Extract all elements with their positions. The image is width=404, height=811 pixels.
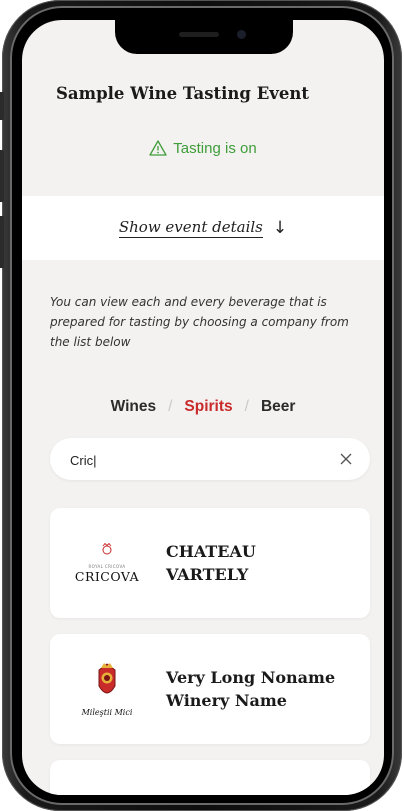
company-name: CHATEAU VARTELY bbox=[166, 508, 356, 618]
tab-separator: / bbox=[244, 398, 249, 415]
mileshti-logo: Mileştii Mici bbox=[64, 634, 150, 744]
company-name-line1: Very Long Noname bbox=[166, 668, 336, 687]
event-title: Sample Wine Tasting Event bbox=[56, 84, 309, 103]
cricova-logo: ROYAL CRICOVA CRICOVA bbox=[64, 508, 150, 618]
close-icon[interactable] bbox=[338, 451, 354, 467]
tasting-status-text: Tasting is on bbox=[173, 140, 257, 157]
search-box bbox=[50, 438, 370, 482]
phone-frame: Sample Wine Tasting Event Tasting is on … bbox=[0, 0, 402, 811]
beverage-tabs: Wines / Spirits / Beer bbox=[22, 398, 384, 416]
arrow-down-icon[interactable]: ↓ bbox=[273, 218, 287, 238]
show-event-details-link[interactable]: Show event details bbox=[118, 218, 263, 238]
tab-separator: / bbox=[168, 398, 173, 415]
company-name: Very Long Noname Winery Name bbox=[166, 634, 356, 744]
info-text: You can view each and every beverage tha… bbox=[50, 295, 349, 349]
logo-text: Mileştii Mici bbox=[81, 707, 133, 717]
company-card[interactable] bbox=[50, 760, 370, 795]
company-card[interactable]: ROYAL CRICOVA CRICOVA CHATEAU VARTELY bbox=[50, 508, 370, 618]
silent-switch bbox=[0, 92, 4, 120]
app-screen: Sample Wine Tasting Event Tasting is on … bbox=[22, 20, 384, 795]
logo-text: CRICOVA bbox=[74, 568, 140, 584]
crest-icon bbox=[102, 542, 112, 554]
tab-spirits[interactable]: Spirits bbox=[184, 398, 232, 415]
speaker-grille bbox=[179, 32, 219, 37]
crest-icon bbox=[98, 662, 116, 693]
front-camera bbox=[237, 30, 246, 39]
company-name-line1: CHATEAU bbox=[166, 542, 256, 561]
search-input[interactable] bbox=[68, 438, 322, 482]
volume-up-button bbox=[0, 150, 4, 202]
phone-notch bbox=[115, 20, 293, 54]
tab-wines[interactable]: Wines bbox=[111, 398, 157, 415]
volume-down-button bbox=[0, 216, 4, 268]
tab-beer[interactable]: Beer bbox=[261, 398, 295, 415]
company-name-line2: Winery Name bbox=[166, 691, 287, 710]
tasting-status: Tasting is on bbox=[22, 140, 384, 157]
company-name-line2: VARTELY bbox=[166, 565, 249, 584]
company-card[interactable]: Mileştii Mici Very Long Noname Winery Nam… bbox=[50, 634, 370, 744]
event-details-bar[interactable]: Show event details ↓ bbox=[22, 196, 384, 260]
warning-icon bbox=[149, 140, 167, 156]
